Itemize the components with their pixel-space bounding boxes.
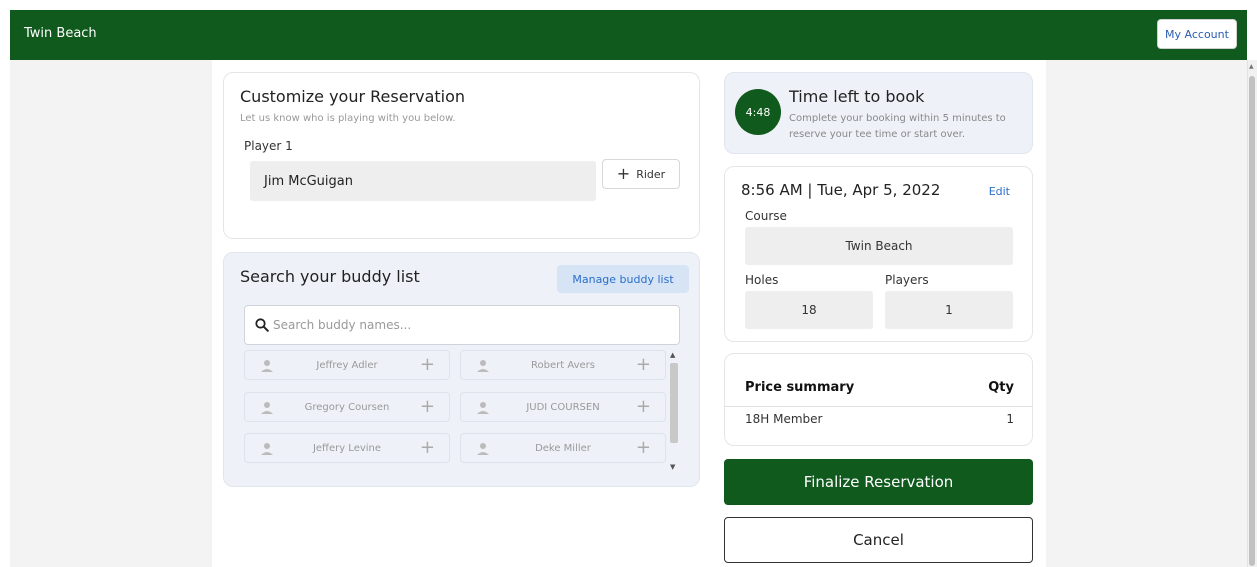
timer-title: Time left to book <box>789 87 925 106</box>
price-summary-heading: Price summary <box>745 380 855 395</box>
players-value: 1 <box>945 303 953 317</box>
edit-booking-link[interactable]: Edit <box>989 185 1010 198</box>
user-icon <box>261 360 273 372</box>
price-line-item: 18H Member <box>745 412 823 426</box>
buddy-item[interactable]: Robert Avers + <box>460 350 666 380</box>
user-icon <box>477 360 489 372</box>
buddy-list-title: Search your buddy list <box>240 267 420 286</box>
search-icon <box>255 318 269 332</box>
user-icon <box>261 402 273 414</box>
add-buddy-plus-icon[interactable]: + <box>420 355 435 375</box>
scroll-up-arrow-icon[interactable]: ▲ <box>1249 64 1254 70</box>
user-icon <box>261 443 273 455</box>
players-label: Players <box>885 273 929 287</box>
customize-reservation-card: Customize your Reservation Let us know w… <box>223 72 700 239</box>
my-account-button[interactable]: My Account <box>1157 19 1237 49</box>
buddy-name: Jeffrey Adler <box>316 359 378 371</box>
buddy-search-box[interactable] <box>244 305 680 345</box>
top-navigation-bar: Twin Beach My Account <box>10 10 1247 60</box>
add-buddy-plus-icon[interactable]: + <box>420 438 435 458</box>
buddy-item[interactable]: Gregory Coursen + <box>244 392 450 422</box>
price-line-qty: 1 <box>1006 412 1014 426</box>
rider-label: Rider <box>636 167 666 181</box>
finalize-reservation-button[interactable]: Finalize Reservation <box>724 459 1033 505</box>
add-buddy-plus-icon[interactable]: + <box>636 355 651 375</box>
scroll-up-icon[interactable]: ▲ <box>670 351 675 359</box>
buddy-name: JUDI COURSEN <box>526 401 600 413</box>
tee-time-datetime: 8:56 AM | Tue, Apr 5, 2022 <box>741 181 941 199</box>
qty-heading: Qty <box>988 380 1014 395</box>
buddy-name: Robert Avers <box>531 359 595 371</box>
buddy-name: Deke Miller <box>535 442 591 454</box>
add-buddy-plus-icon[interactable]: + <box>420 397 435 417</box>
holes-label: Holes <box>745 273 779 287</box>
course-field: Twin Beach <box>745 227 1013 265</box>
buddy-item[interactable]: Jeffery Levine + <box>244 433 450 463</box>
customize-title: Customize your Reservation <box>240 87 466 106</box>
page-scrollbar-thumb[interactable] <box>1249 76 1255 566</box>
buddy-name: Gregory Coursen <box>304 401 390 413</box>
course-value: Twin Beach <box>845 239 913 253</box>
buddy-item[interactable]: Jeffrey Adler + <box>244 350 450 380</box>
player-1-name-field: Jim McGuigan <box>250 161 596 201</box>
add-buddy-plus-icon[interactable]: + <box>636 438 651 458</box>
holes-field: 18 <box>745 291 873 329</box>
left-gutter <box>10 60 212 567</box>
buddy-item[interactable]: Deke Miller + <box>460 433 666 463</box>
player-1-label: Player 1 <box>244 139 293 153</box>
player-1-name: Jim McGuigan <box>264 173 353 189</box>
buddy-list-scrollbar[interactable]: ▲ ▼ <box>668 351 680 475</box>
right-gutter <box>1046 60 1247 567</box>
holes-value: 18 <box>801 303 817 317</box>
booking-timer-card: 4:48 Time left to book Complete your boo… <box>724 72 1033 154</box>
customize-subtitle: Let us know who is playing with you belo… <box>240 113 456 124</box>
buddy-name: Jeffery Levine <box>312 442 382 454</box>
players-field: 1 <box>885 291 1013 329</box>
price-divider <box>725 406 1032 407</box>
user-icon <box>477 402 489 414</box>
countdown-timer: 4:48 <box>735 89 781 135</box>
add-rider-button[interactable]: + Rider <box>602 159 680 189</box>
timer-description: Complete your booking within 5 minutes t… <box>789 113 1006 140</box>
price-summary-card: Price summary Qty 18H Member 1 <box>724 353 1033 446</box>
booking-details-card: 8:56 AM | Tue, Apr 5, 2022 Edit Course T… <box>724 166 1033 342</box>
add-buddy-plus-icon[interactable]: + <box>636 397 651 417</box>
course-label: Course <box>745 209 787 223</box>
buddy-item[interactable]: JUDI COURSEN + <box>460 392 666 422</box>
cancel-button[interactable]: Cancel <box>724 517 1033 563</box>
brand-name: Twin Beach <box>24 26 97 41</box>
manage-buddy-list-button[interactable]: Manage buddy list <box>557 265 689 293</box>
user-icon <box>477 443 489 455</box>
scroll-down-icon[interactable]: ▼ <box>670 463 675 471</box>
buddy-list-card: Search your buddy list Manage buddy list… <box>223 252 700 487</box>
buddy-search-input[interactable] <box>273 318 653 332</box>
plus-icon: + <box>616 164 631 183</box>
buddy-list-scroll-thumb[interactable] <box>670 363 678 443</box>
